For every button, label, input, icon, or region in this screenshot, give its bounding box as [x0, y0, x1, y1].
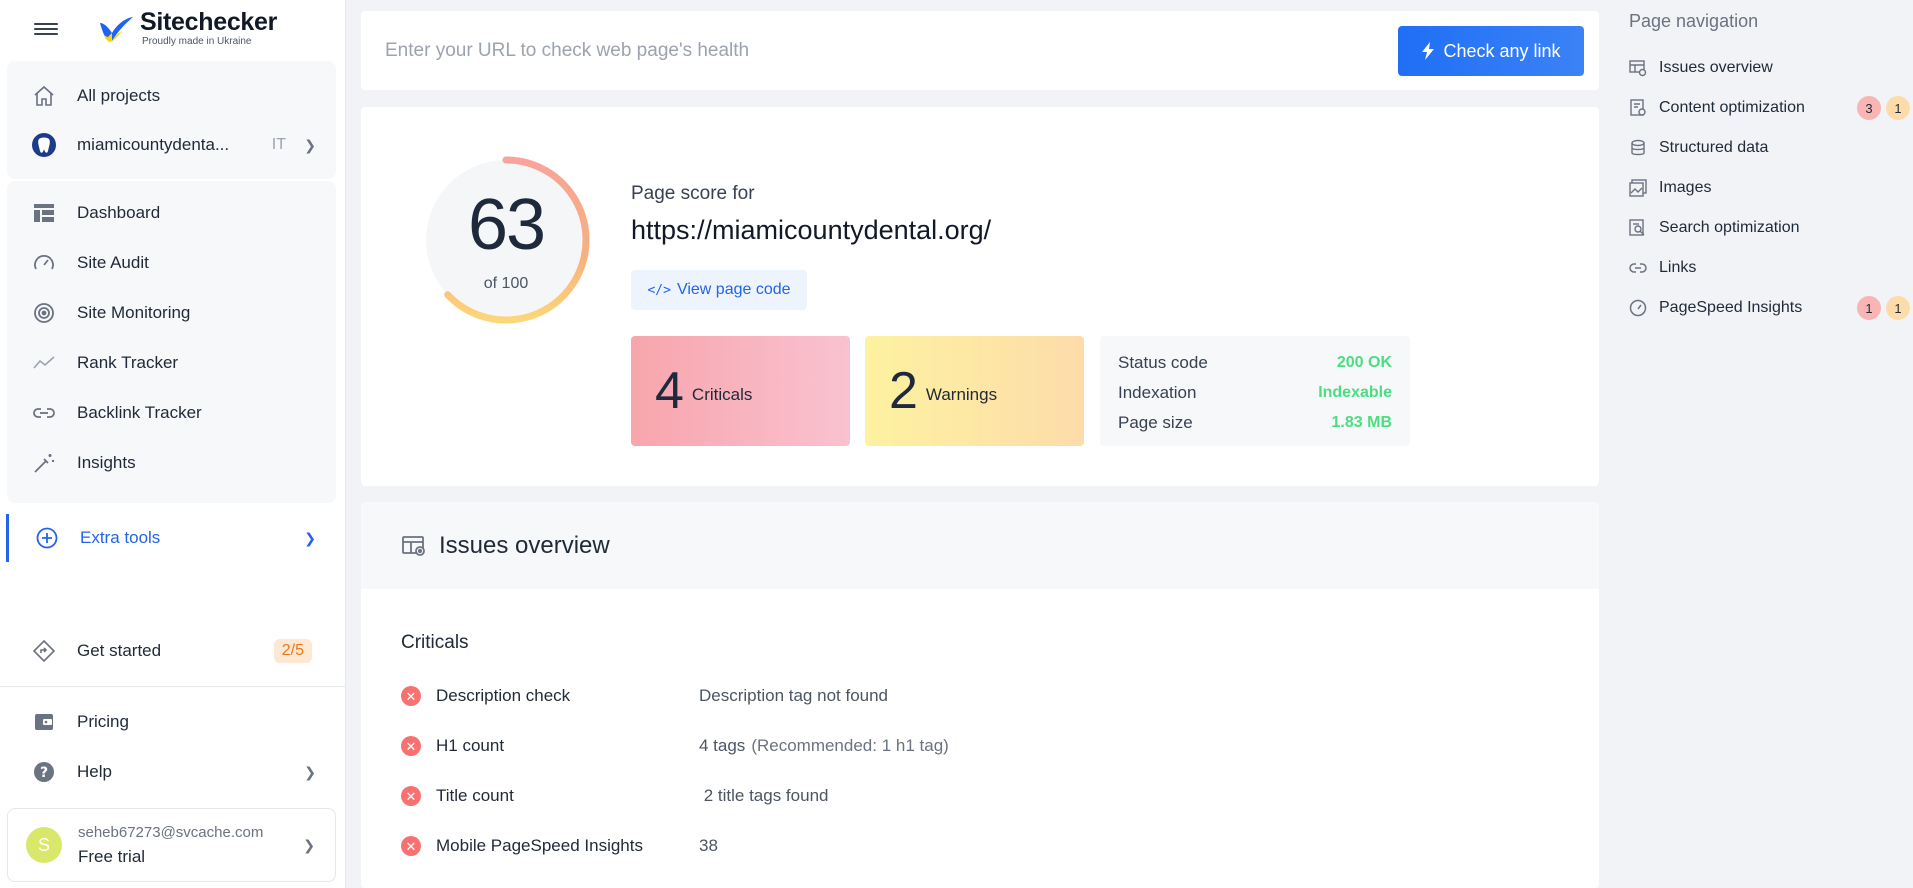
sidebar-item-insights[interactable]: Insights — [7, 440, 336, 486]
sidebar-item-help[interactable]: ? Help ❯ — [7, 749, 336, 795]
status-row: Indexation Indexable — [1118, 383, 1392, 402]
issues-overview-icon — [402, 535, 425, 556]
sidebar-item-site-audit[interactable]: Site Audit — [7, 240, 336, 286]
progress-badge: 2/5 — [273, 639, 312, 663]
brand-tagline: Proudly made in Ukraine — [142, 36, 252, 47]
user-account[interactable]: S seheb67273@svcache.com Free trial ❯ — [7, 808, 336, 882]
page-nav-structured-data[interactable]: Structured data — [1629, 133, 1909, 163]
wallet-icon — [31, 709, 57, 735]
page-score-card: 63 of 100 Page score for https://miamico… — [361, 107, 1599, 486]
avatar: S — [26, 827, 62, 863]
table-eye-icon — [1629, 59, 1647, 77]
page-nav-search-optimization[interactable]: Search optimization — [1629, 213, 1909, 243]
main-nav: Dashboard Site Audit Site Monitoring Ran… — [7, 181, 336, 503]
chevron-right-icon: ❯ — [304, 763, 316, 780]
view-page-code-button[interactable]: </> View page code — [631, 270, 807, 310]
status-summary: Status code 200 OK Indexation Indexable … — [1100, 336, 1410, 446]
plus-circle-icon — [34, 525, 60, 551]
brand-name: Sitechecker — [140, 8, 278, 36]
warnings-box[interactable]: 2 Warnings — [865, 336, 1084, 446]
lightning-icon — [1422, 42, 1435, 60]
page-navigation-panel: Page navigation Issues overview Content … — [1614, 0, 1913, 888]
criticals-heading: Criticals — [401, 632, 469, 653]
critical-count-badge: 1 — [1857, 296, 1881, 320]
criticals-label: Criticals — [691, 385, 753, 404]
project-lang: IT — [271, 136, 286, 153]
error-icon: ✕ — [401, 836, 421, 856]
hamburger-menu-icon[interactable] — [34, 20, 58, 40]
page-navigation-title: Page navigation — [1629, 11, 1759, 31]
sidebar-item-project[interactable]: miamicountydenta... IT ❯ — [7, 122, 336, 168]
criticals-count: 4 — [655, 362, 684, 420]
search-doc-icon — [1629, 219, 1647, 237]
page-nav-links[interactable]: Links — [1629, 253, 1909, 283]
home-icon — [31, 83, 57, 109]
score-value: 63 — [467, 185, 546, 265]
error-icon: ✕ — [401, 736, 421, 756]
issue-row[interactable]: ✕ Description check Description tag not … — [401, 681, 1501, 711]
code-icon: </> — [647, 282, 671, 298]
radar-icon — [31, 300, 57, 326]
logo[interactable]: Sitechecker Proudly made in Ukraine — [98, 10, 277, 47]
warning-count-badge: 1 — [1886, 96, 1910, 120]
chevron-right-icon: ❯ — [303, 836, 315, 853]
divider — [0, 686, 346, 687]
status-row: Status code 200 OK — [1118, 353, 1392, 372]
page-nav-issues-overview[interactable]: Issues overview — [1629, 53, 1909, 83]
url-check-bar: Check any link — [361, 11, 1599, 90]
warnings-count: 2 — [889, 362, 918, 420]
magic-wand-icon — [31, 450, 57, 476]
link-icon — [31, 400, 57, 426]
sidebar-item-extra-tools[interactable]: Extra tools ❯ — [6, 514, 336, 562]
dashboard-icon — [31, 200, 57, 226]
check-any-link-button[interactable]: Check any link — [1398, 26, 1584, 76]
page-url: https://miamicountydental.org/ — [631, 215, 992, 245]
database-icon — [1629, 139, 1647, 157]
sitechecker-logo-icon — [100, 16, 133, 42]
sidebar-item-pricing[interactable]: Pricing — [7, 699, 336, 745]
help-icon: ? — [31, 759, 57, 785]
sidebar-item-backlink-tracker[interactable]: Backlink Tracker — [7, 390, 336, 436]
score-max: of 100 — [483, 275, 529, 292]
page-nav-images[interactable]: Images — [1629, 173, 1909, 203]
warnings-label: Warnings — [925, 385, 998, 404]
speedometer-icon — [1629, 299, 1647, 317]
page-score-label: Page score for — [631, 183, 755, 204]
sidebar-item-site-monitoring[interactable]: Site Monitoring — [7, 290, 336, 336]
sidebar-item-dashboard[interactable]: Dashboard — [7, 190, 336, 236]
page-nav-pagespeed-insights[interactable]: PageSpeed Insights 1 1 — [1629, 293, 1910, 323]
sidebar-item-get-started[interactable]: Get started 2/5 — [7, 628, 336, 674]
link-icon — [1629, 259, 1647, 277]
status-row: Page size 1.83 MB — [1118, 413, 1392, 432]
project-nav: All projects miamicountydenta... IT ❯ — [7, 61, 336, 179]
user-email: seheb67273@svcache.com — [78, 823, 264, 841]
sidebar: Sitechecker Proudly made in Ukraine All … — [0, 0, 346, 888]
project-name: miamicountydenta... — [77, 135, 230, 154]
chevron-right-icon: ❯ — [304, 136, 316, 153]
trend-icon — [31, 350, 57, 376]
criticals-box[interactable]: 4 Criticals — [631, 336, 850, 446]
project-favicon-icon — [31, 132, 57, 158]
sidebar-item-all-projects[interactable]: All projects — [7, 73, 336, 119]
user-plan: Free trial — [78, 846, 146, 866]
issue-row[interactable]: ✕ H1 count 4 tags (Recommended: 1 h1 tag… — [401, 731, 1501, 761]
url-input[interactable] — [385, 33, 1365, 69]
content-icon — [1629, 99, 1647, 117]
image-icon — [1629, 179, 1647, 197]
warning-count-badge: 1 — [1886, 296, 1910, 320]
chevron-right-icon: ❯ — [304, 529, 316, 546]
issues-header: Issues overview — [361, 502, 1599, 589]
page-nav-content-optimization[interactable]: Content optimization 3 1 — [1629, 93, 1910, 123]
issues-title: Issues overview — [439, 531, 610, 559]
route-icon — [31, 638, 57, 664]
gauge-icon — [31, 250, 57, 276]
issue-row[interactable]: ✕ Mobile PageSpeed Insights 38 — [401, 831, 1501, 861]
error-icon: ✕ — [401, 686, 421, 706]
sidebar-item-rank-tracker[interactable]: Rank Tracker — [7, 340, 336, 386]
issues-overview-section: Issues overview Criticals ✕ Description … — [361, 502, 1599, 888]
error-icon: ✕ — [401, 786, 421, 806]
critical-count-badge: 3 — [1857, 96, 1881, 120]
issue-row[interactable]: ✕ Title count 2 title tags found — [401, 781, 1501, 811]
svg-text:?: ? — [40, 765, 48, 781]
